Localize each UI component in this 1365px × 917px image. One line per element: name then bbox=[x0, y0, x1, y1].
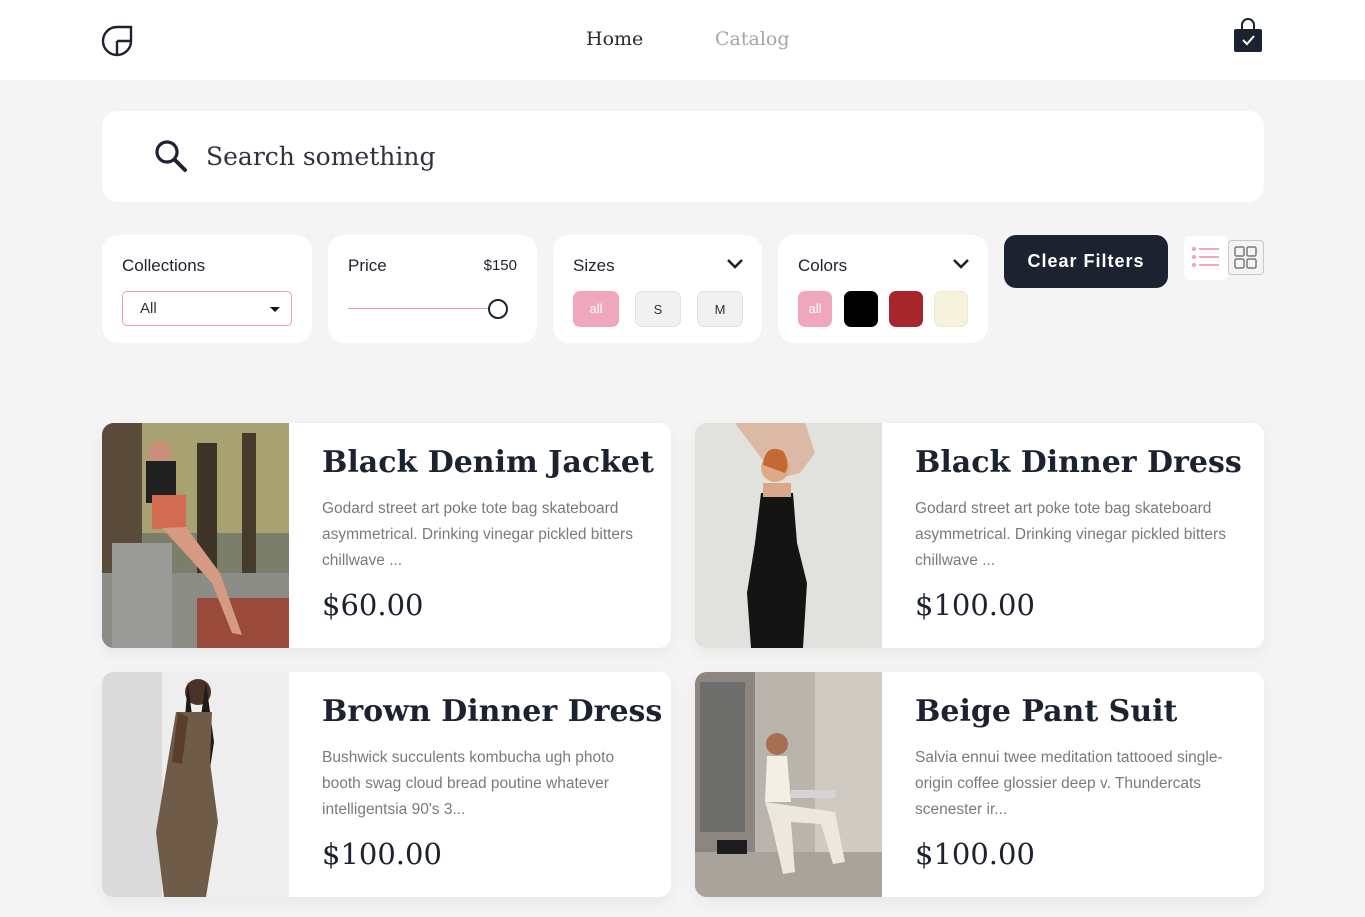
caret-down-icon bbox=[270, 307, 280, 312]
product-title: Beige Pant Suit bbox=[915, 694, 1178, 729]
collections-dropdown[interactable]: All bbox=[122, 291, 292, 326]
list-icon bbox=[1191, 246, 1219, 268]
size-option-s[interactable]: S bbox=[635, 291, 681, 327]
price-filter: Price $150 bbox=[328, 235, 537, 343]
product-image bbox=[102, 423, 289, 648]
colors-filter: Colors all bbox=[778, 235, 988, 343]
product-card[interactable]: Black Dinner Dress Godard street art pok… bbox=[695, 423, 1264, 648]
product-description: Godard street art poke tote bag skateboa… bbox=[322, 500, 633, 569]
search-icon[interactable] bbox=[154, 139, 188, 173]
price-slider-track[interactable] bbox=[348, 308, 498, 309]
product-card[interactable]: Beige Pant Suit Salvia ennui twee medita… bbox=[695, 672, 1264, 897]
grid-view-toggle[interactable] bbox=[1228, 240, 1264, 275]
product-description: Salvia ennui twee meditation tattooed si… bbox=[915, 749, 1223, 818]
collections-label: Collections bbox=[122, 256, 206, 275]
product-image bbox=[695, 423, 882, 648]
product-price: $100.00 bbox=[915, 588, 1035, 622]
color-option-all[interactable]: all bbox=[798, 291, 832, 327]
product-title: Black Denim Jacket bbox=[322, 445, 654, 480]
clear-filters-button[interactable]: Clear Filters bbox=[1004, 235, 1168, 288]
product-price: $100.00 bbox=[915, 837, 1035, 871]
shopping-bag-icon[interactable] bbox=[1232, 18, 1264, 54]
price-slider-handle[interactable] bbox=[488, 299, 508, 319]
product-card[interactable]: Black Denim Jacket Godard street art pok… bbox=[102, 423, 671, 648]
color-swatch-red[interactable] bbox=[889, 291, 923, 327]
product-card[interactable]: Brown Dinner Dress Bushwick succulents k… bbox=[102, 672, 671, 897]
sizes-filter: Sizes all S M bbox=[553, 235, 762, 343]
search-bar bbox=[102, 111, 1264, 202]
price-label: Price bbox=[348, 256, 387, 275]
nav-home-link[interactable]: Home bbox=[586, 28, 643, 50]
product-price: $60.00 bbox=[322, 588, 424, 622]
color-swatch-black[interactable] bbox=[844, 291, 878, 327]
chevron-down-icon[interactable] bbox=[952, 257, 970, 271]
collections-selected-value: All bbox=[140, 300, 157, 317]
price-value: $150 bbox=[483, 257, 517, 274]
size-option-all[interactable]: all bbox=[573, 291, 619, 327]
grid-icon bbox=[1234, 246, 1257, 269]
sizes-label: Sizes bbox=[573, 256, 615, 275]
product-title: Brown Dinner Dress bbox=[322, 694, 663, 729]
product-image bbox=[102, 672, 289, 897]
chevron-down-icon[interactable] bbox=[726, 257, 744, 271]
logo-icon[interactable] bbox=[100, 24, 134, 58]
top-navigation-bar: Home Catalog bbox=[0, 0, 1365, 80]
product-description: Bushwick succulents kombucha ugh photo b… bbox=[322, 749, 615, 818]
product-description: Godard street art poke tote bag skateboa… bbox=[915, 500, 1226, 569]
colors-label: Colors bbox=[798, 256, 848, 275]
search-input[interactable] bbox=[206, 133, 1206, 179]
collections-filter: Collections All bbox=[102, 235, 312, 343]
product-price: $100.00 bbox=[322, 837, 442, 871]
nav-catalog-link[interactable]: Catalog bbox=[715, 28, 790, 50]
color-swatch-beige[interactable] bbox=[934, 291, 968, 327]
product-image bbox=[695, 672, 882, 897]
size-option-m[interactable]: M bbox=[697, 291, 743, 327]
list-view-toggle[interactable] bbox=[1184, 236, 1228, 280]
product-title: Black Dinner Dress bbox=[915, 445, 1242, 480]
